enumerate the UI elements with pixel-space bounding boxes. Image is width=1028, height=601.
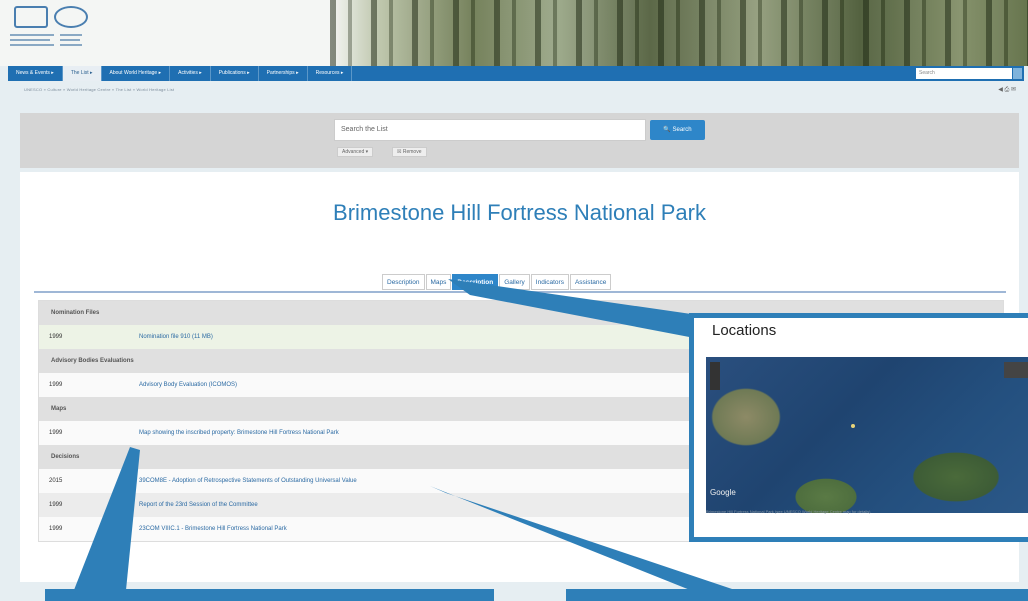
row-year: 1999	[49, 334, 63, 340]
nav-news-events[interactable]: News & Events ▸	[8, 66, 63, 81]
tab-documents-active[interactable]: Description	[452, 274, 499, 290]
document-link[interactable]: 23COM VIIIC.1 - Brimestone Hill Fortress…	[139, 526, 287, 532]
section-heading: Decisions	[51, 454, 80, 460]
document-link[interactable]: Nomination file 910 (11 MB)	[139, 334, 213, 340]
tab-gallery[interactable]: Gallery	[499, 274, 530, 290]
row-year: 1999	[49, 526, 63, 532]
list-search-input[interactable]: Search the List	[334, 119, 646, 141]
nav-the-list[interactable]: The List ▸	[62, 66, 102, 81]
unesco-temple-icon	[14, 6, 48, 28]
nav-publications[interactable]: Publications ▸	[211, 66, 259, 81]
nav-activities[interactable]: Activities ▸	[170, 66, 211, 81]
property-tabs: Description Maps Description Gallery Ind…	[382, 274, 612, 290]
header-banner	[0, 0, 1028, 66]
location-map[interactable]	[706, 357, 1028, 513]
callout-box-right	[566, 589, 1028, 601]
share-print-email-icons[interactable]: ◀ ⎙ ✉	[998, 86, 1016, 94]
forest-banner-image	[330, 0, 1028, 66]
row-year: 1999	[49, 382, 63, 388]
main-navigation: News & Events ▸ The List ▸ About World H…	[8, 66, 1024, 81]
page-title: Brimestone Hill Fortress National Park	[333, 200, 706, 225]
row-year: 2015	[49, 478, 63, 484]
section-heading: Advisory Bodies Evaluations	[51, 358, 134, 364]
unesco-logo[interactable]	[8, 4, 128, 56]
tab-indicators[interactable]: Indicators	[530, 274, 569, 290]
map-zoom-controls[interactable]	[710, 362, 720, 390]
property-location-marker[interactable]	[851, 424, 855, 428]
site-search-button[interactable]	[1013, 68, 1022, 79]
document-link[interactable]: Advisory Body Evaluation (ICOMOS)	[139, 382, 237, 388]
world-heritage-emblem-icon	[54, 6, 88, 28]
section-heading: Maps	[51, 406, 67, 412]
tab-maps[interactable]: Maps	[425, 274, 452, 290]
search-button[interactable]: 🔍 Search	[650, 120, 705, 140]
map-fullscreen-button[interactable]	[1004, 362, 1028, 378]
page: News & Events ▸ The List ▸ About World H…	[0, 0, 1028, 601]
advanced-search-toggle[interactable]: Advanced ▾	[337, 147, 374, 157]
document-link[interactable]: Report of the 23rd Session of the Commit…	[139, 502, 258, 508]
tabs-divider	[34, 291, 1006, 293]
nav-resources[interactable]: Resources ▸	[308, 66, 353, 81]
section-heading: Nomination Files	[51, 310, 100, 316]
nav-partnerships[interactable]: Partnerships ▸	[259, 66, 308, 81]
nav-about-world-heritage[interactable]: About World Heritage ▸	[102, 66, 171, 81]
site-search-input[interactable]: Search	[916, 68, 1012, 79]
remove-filters-button[interactable]: ☒ Remove	[392, 147, 427, 157]
google-logo: Google	[710, 488, 736, 497]
row-year: 1999	[49, 430, 63, 436]
document-link[interactable]: Map showing the inscribed property: Brim…	[139, 430, 339, 436]
tab-assistance[interactable]: Assistance	[569, 274, 612, 290]
row-year: 1999	[49, 502, 63, 508]
tab-description[interactable]: Description	[382, 274, 425, 290]
document-link[interactable]: 39COM8E - Adoption of Retrospective Stat…	[139, 478, 357, 484]
callout-box-left	[45, 589, 494, 601]
map-caption: Brimestone Hill Fortress National Park (…	[706, 509, 871, 514]
locations-title: Locations	[712, 322, 777, 339]
breadcrumb: UNESCO » Culture » World Heritage Centre…	[24, 87, 175, 92]
